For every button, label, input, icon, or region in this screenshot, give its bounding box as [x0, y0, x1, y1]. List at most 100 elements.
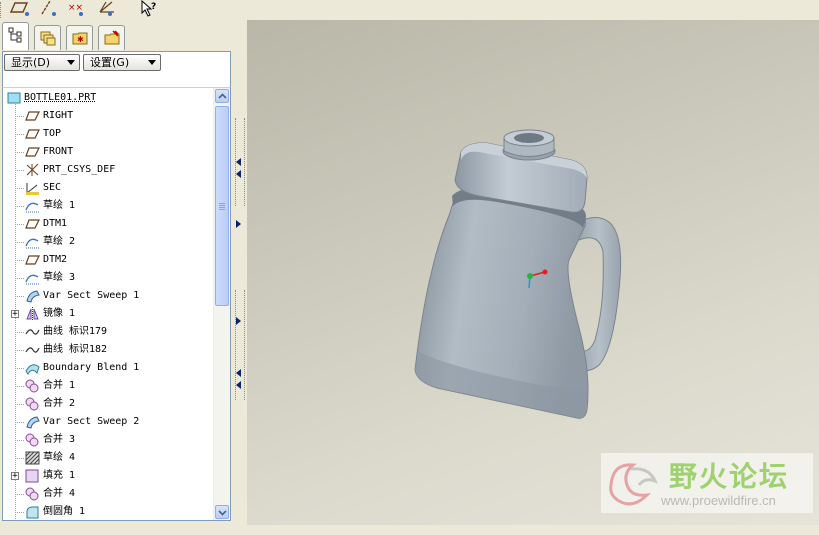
tab-favorites[interactable]: ✱: [66, 25, 93, 50]
chevron-down-icon: [67, 60, 75, 65]
expand-icon[interactable]: +: [11, 472, 19, 481]
scroll-grip: [219, 205, 225, 206]
tree-item[interactable]: FRONT: [3, 143, 215, 161]
datum-axis-display-button[interactable]: [38, 0, 60, 18]
navigator-panel: ✱ 显示(D) 设置(G) BOTTLE01.PRT RIGHT TOP FRO…: [0, 20, 233, 535]
tree-connector: [15, 512, 24, 513]
tree-item[interactable]: + 填充 1: [3, 467, 215, 485]
collapse-left-icon[interactable]: [236, 369, 241, 377]
tree-connector: [15, 422, 24, 423]
datum-plane-icon: [25, 253, 40, 267]
tree-item[interactable]: DTM2: [3, 251, 215, 269]
tree-item-label: Var Sect Sweep 2: [43, 416, 140, 427]
collapse-left-icon[interactable]: [236, 170, 241, 178]
tree-item-label: 填充 1: [43, 470, 76, 481]
tree-item[interactable]: 曲线 标识182: [3, 341, 215, 359]
scroll-grip: [219, 203, 225, 204]
tree-item-label: 曲线 标识179: [43, 326, 108, 337]
tree-item[interactable]: PRT_CSYS_DEF: [3, 161, 215, 179]
chevron-down-icon: [148, 60, 156, 65]
show-label: 显示(D): [11, 56, 51, 69]
merge-icon: [25, 379, 40, 393]
show-dropdown-button[interactable]: 显示(D): [4, 54, 80, 71]
tree-connector: [15, 404, 24, 405]
scroll-grip: [219, 209, 225, 210]
sweep-icon: [25, 289, 40, 303]
tree-item[interactable]: 合并 2: [3, 395, 215, 413]
tree-connector: [15, 458, 24, 459]
expand-right-icon[interactable]: [236, 220, 241, 228]
tree-item[interactable]: Boundary Blend 1: [3, 359, 215, 377]
datum-point-display-icon: ××: [68, 3, 83, 16]
bottle-model[interactable]: [247, 20, 819, 525]
collapse-left-icon[interactable]: [236, 381, 241, 389]
tree-connector: [15, 170, 24, 171]
navigator-tabs: ✱: [2, 22, 231, 50]
tree-item-label: 草绘 3: [43, 272, 76, 283]
tree-item[interactable]: 合并 4: [3, 485, 215, 503]
tree-item[interactable]: SEC: [3, 179, 215, 197]
context-help-button[interactable]: ?: [138, 0, 160, 18]
tree-item[interactable]: + 镜像 1: [3, 305, 215, 323]
tree-connector: [15, 494, 24, 495]
tree-connector: [15, 386, 24, 387]
tree-item[interactable]: 倒圆角 1: [3, 503, 215, 520]
tree-item[interactable]: 草绘 1: [3, 197, 215, 215]
collapse-left-icon[interactable]: [236, 158, 241, 166]
tab-layers[interactable]: [34, 25, 61, 50]
tree-connector: [15, 116, 24, 117]
tab-history[interactable]: [98, 25, 125, 50]
scroll-down-button[interactable]: [215, 505, 229, 519]
tree-connector: [15, 296, 24, 297]
watermark-logo-icon: [609, 463, 658, 506]
section-icon: [25, 181, 40, 195]
settings-dropdown-button[interactable]: 设置(G): [83, 54, 161, 71]
round-icon: [25, 505, 40, 519]
tab-model-tree[interactable]: [2, 22, 29, 50]
tree-connector: [15, 440, 24, 441]
tree-item[interactable]: TOP: [3, 125, 215, 143]
tree-toolbar: 显示(D) 设置(G): [2, 51, 231, 73]
scroll-up-button[interactable]: [215, 89, 229, 103]
tree-vertical-scrollbar[interactable]: [213, 88, 230, 520]
tree-item-label: 草绘 2: [43, 236, 76, 247]
tree-item[interactable]: DTM1: [3, 215, 215, 233]
tree-item[interactable]: Var Sect Sweep 2: [3, 413, 215, 431]
datum-point-display-button[interactable]: ××: [66, 0, 88, 18]
panel-splitter[interactable]: [233, 20, 247, 525]
tree-item[interactable]: 合并 1: [3, 377, 215, 395]
tree-root-item[interactable]: BOTTLE01.PRT: [3, 89, 215, 107]
tree-item-label: 镜像 1: [43, 308, 76, 319]
scroll-thumb[interactable]: [215, 106, 229, 306]
datum-plane-display-button[interactable]: [9, 0, 32, 18]
tree-item[interactable]: 草绘 3: [3, 269, 215, 287]
tree-item[interactable]: Var Sect Sweep 1: [3, 287, 215, 305]
tree-item-label: 草绘 1: [43, 200, 76, 211]
tree-connector: [15, 260, 24, 261]
coordinate-system-display-button[interactable]: [96, 0, 118, 18]
datum-display-toolbar: ×× ?: [0, 0, 245, 20]
graphics-viewport[interactable]: 野火论坛 www.proewildfire.cn: [247, 20, 819, 525]
tree-item-label: 倒圆角 1: [43, 506, 86, 517]
forum-watermark: 野火论坛 www.proewildfire.cn: [601, 453, 813, 513]
tree-connector: [15, 350, 24, 351]
sweep-icon: [25, 415, 40, 429]
tree-item-label: 合并 2: [43, 398, 76, 409]
tree-item[interactable]: 草绘 2: [3, 233, 215, 251]
csys-icon: [25, 163, 40, 177]
whats-this-help-icon: ?: [141, 0, 156, 17]
tree-item[interactable]: 曲线 标识179: [3, 323, 215, 341]
expand-right-icon[interactable]: [236, 317, 241, 325]
expand-icon[interactable]: +: [11, 310, 19, 319]
svg-text:?: ?: [151, 2, 156, 12]
curve-icon: [25, 343, 40, 357]
sketch-icon: [25, 199, 40, 213]
tree-item-label: RIGHT: [43, 110, 74, 121]
datum-plane-display-icon: [9, 2, 29, 16]
curve-icon: [25, 325, 40, 339]
tree-item[interactable]: 草绘 4: [3, 449, 215, 467]
tree-filter-bar[interactable]: [2, 73, 231, 88]
tree-item-label: 合并 3: [43, 434, 76, 445]
tree-item[interactable]: RIGHT: [3, 107, 215, 125]
tree-item[interactable]: 合并 3: [3, 431, 215, 449]
